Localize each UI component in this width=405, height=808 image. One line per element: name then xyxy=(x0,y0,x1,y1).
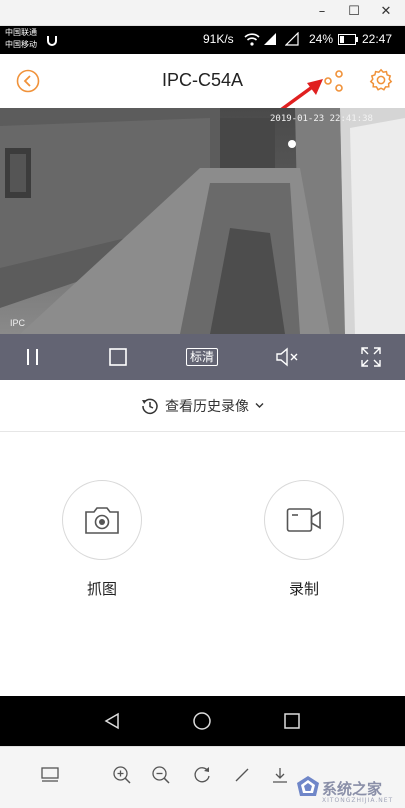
android-nav-bar xyxy=(0,696,405,746)
zoom-out-icon xyxy=(152,766,170,784)
toolbar-download-button[interactable] xyxy=(266,761,294,789)
history-recordings-row[interactable]: 查看历史录像 xyxy=(0,380,405,432)
battery-icon xyxy=(338,34,358,45)
history-label: 查看历史录像 xyxy=(165,398,249,415)
nav-recent-icon xyxy=(284,713,300,729)
emulator-title-bar: – ☐ ✕ xyxy=(0,0,405,26)
camera-video-view[interactable]: 2019-01-23 22:41:38 IPC xyxy=(0,108,405,334)
carrier-2: 中国移动 xyxy=(5,40,37,49)
app-header: IPC-C54A xyxy=(0,54,405,122)
record-button[interactable] xyxy=(264,480,344,560)
stop-icon xyxy=(109,348,127,366)
network-speed: 91K/s xyxy=(203,32,234,46)
notification-icon xyxy=(47,36,57,46)
download-icon xyxy=(273,768,287,783)
pause-button[interactable] xyxy=(18,334,48,380)
fullscreen-icon xyxy=(361,347,381,367)
history-clock-icon xyxy=(142,398,158,414)
watermark-logo-icon xyxy=(297,776,319,796)
carrier-1: 中国联通 xyxy=(5,28,37,37)
toolbar-draw-button[interactable] xyxy=(228,761,256,789)
pen-icon xyxy=(235,768,249,782)
carrier-info: 中国联通 中国移动 xyxy=(5,27,37,51)
toolbar-screen-button[interactable] xyxy=(36,761,64,789)
watermark-subtext: XITONGZHIJIA.NET xyxy=(322,797,394,804)
playback-controls: 标清 xyxy=(0,334,405,380)
battery-percent: 24% xyxy=(309,32,334,46)
screen-icon xyxy=(41,767,59,782)
fullscreen-button[interactable] xyxy=(356,334,386,380)
camera-icon xyxy=(85,507,119,534)
snapshot-button[interactable] xyxy=(62,480,142,560)
rotate-icon xyxy=(194,767,210,783)
camera-tag: IPC xyxy=(10,318,26,328)
mute-button[interactable] xyxy=(272,334,302,380)
video-record-icon xyxy=(286,508,321,532)
signal-icon-2 xyxy=(285,32,299,46)
quality-label: 标清 xyxy=(185,348,218,366)
chevron-down-icon xyxy=(255,403,264,408)
snapshot-label: 抓图 xyxy=(86,580,117,598)
maximize-button[interactable]: ☐ xyxy=(337,0,371,26)
toolbar-zoom-in-button[interactable] xyxy=(108,761,136,789)
close-button[interactable]: ✕ xyxy=(369,0,403,26)
status-bar: 中国联通 中国移动 91K/s 24% 22:47 xyxy=(0,26,405,54)
mute-icon xyxy=(276,347,298,367)
stop-button[interactable] xyxy=(103,334,133,380)
record-label: 录制 xyxy=(288,580,319,598)
video-timestamp: 2019-01-23 22:41:38 xyxy=(270,114,373,124)
wifi-icon xyxy=(244,33,260,46)
signal-icon-1 xyxy=(264,33,276,45)
night-street-scene xyxy=(0,108,405,334)
settings-icon[interactable] xyxy=(369,68,393,92)
toolbar-rotate-button[interactable] xyxy=(188,761,216,789)
quality-button[interactable]: 标清 xyxy=(182,334,222,380)
minimize-button[interactable]: – xyxy=(305,0,339,26)
nav-recent-button[interactable] xyxy=(262,696,322,746)
toolbar-zoom-out-button[interactable] xyxy=(147,761,175,789)
zoom-in-icon xyxy=(113,766,131,784)
nav-home-button[interactable] xyxy=(172,696,232,746)
nav-back-button[interactable] xyxy=(82,696,142,746)
watermark-text: 系统之家 xyxy=(322,780,383,798)
nav-back-icon xyxy=(104,712,119,730)
status-time: 22:47 xyxy=(362,32,393,46)
share-icon[interactable] xyxy=(322,69,346,93)
pause-icon xyxy=(27,349,38,365)
nav-home-icon xyxy=(193,712,211,730)
